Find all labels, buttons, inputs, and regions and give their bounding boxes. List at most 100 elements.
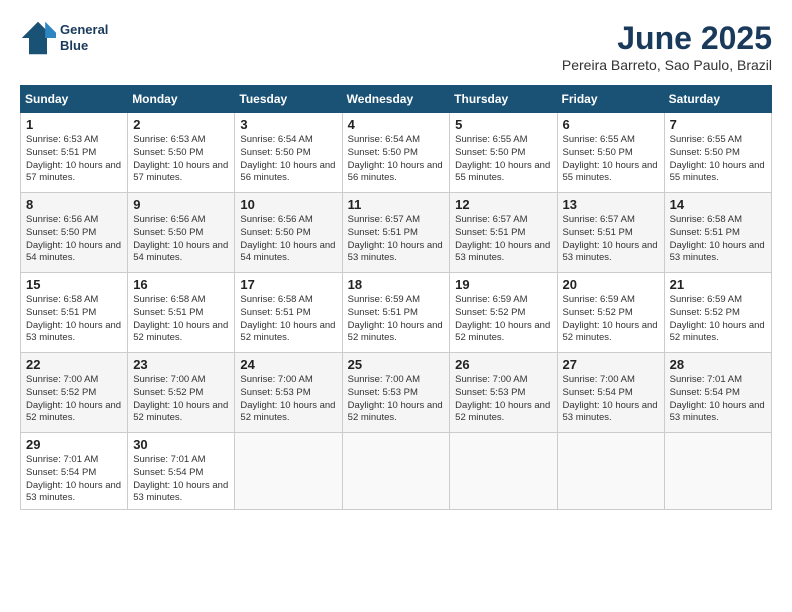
day-info: Sunrise: 6:59 AMSunset: 5:52 PMDaylight:… bbox=[455, 294, 551, 345]
calendar-cell: 23 Sunrise: 7:00 AMSunset: 5:52 PMDayligh… bbox=[128, 353, 235, 433]
calendar-cell: 16Sunrise: 6:58 AMSunset: 5:51 PMDayligh… bbox=[128, 273, 235, 353]
day-number: 25 bbox=[348, 357, 445, 372]
day-number: 12 bbox=[455, 197, 551, 212]
day-info: Sunrise: 6:55 AMSunset: 5:50 PMDaylight:… bbox=[563, 134, 659, 185]
day-info: Sunrise: 6:53 AMSunset: 5:51 PMDaylight:… bbox=[26, 134, 122, 185]
day-info: Sunrise: 7:01 AMSunset: 5:54 PMDaylight:… bbox=[670, 374, 766, 425]
day-number: 28 bbox=[670, 357, 766, 372]
day-number: 23 bbox=[133, 357, 229, 372]
day-info: Sunrise: 6:53 AMSunset: 5:50 PMDaylight:… bbox=[133, 134, 229, 185]
day-info: Sunrise: 6:56 AMSunset: 5:50 PMDaylight:… bbox=[133, 214, 229, 265]
day-info: Sunrise: 6:55 AMSunset: 5:50 PMDaylight:… bbox=[455, 134, 551, 185]
calendar-cell: 15 Sunrise: 6:58 AMSunset: 5:51 PMDayligh… bbox=[21, 273, 128, 353]
calendar-cell: 27 Sunrise: 7:00 AMSunset: 5:54 PMDayligh… bbox=[557, 353, 664, 433]
column-header-wednesday: Wednesday bbox=[342, 86, 450, 113]
day-info: Sunrise: 7:00 AMSunset: 5:52 PMDaylight:… bbox=[26, 374, 122, 425]
calendar-cell: 5 Sunrise: 6:55 AMSunset: 5:50 PMDaylight… bbox=[450, 113, 557, 193]
calendar-cell: 13 Sunrise: 6:57 AMSunset: 5:51 PMDayligh… bbox=[557, 193, 664, 273]
calendar-cell: 24 Sunrise: 7:00 AMSunset: 5:53 PMDayligh… bbox=[235, 353, 342, 433]
calendar-cell bbox=[664, 433, 771, 510]
day-number: 17 bbox=[240, 277, 336, 292]
day-number: 2 bbox=[133, 117, 229, 132]
calendar-cell: 14 Sunrise: 6:58 AMSunset: 5:51 PMDayligh… bbox=[664, 193, 771, 273]
calendar-cell bbox=[342, 433, 450, 510]
day-number: 24 bbox=[240, 357, 336, 372]
day-number: 9 bbox=[133, 197, 229, 212]
calendar-header-row: SundayMondayTuesdayWednesdayThursdayFrid… bbox=[21, 86, 772, 113]
day-number: 14 bbox=[670, 197, 766, 212]
day-info: Sunrise: 7:00 AMSunset: 5:53 PMDaylight:… bbox=[455, 374, 551, 425]
column-header-saturday: Saturday bbox=[664, 86, 771, 113]
calendar-week-row: 29 Sunrise: 7:01 AMSunset: 5:54 PMDayligh… bbox=[21, 433, 772, 510]
day-number: 8 bbox=[26, 197, 122, 212]
day-number: 29 bbox=[26, 437, 122, 452]
day-number: 5 bbox=[455, 117, 551, 132]
calendar-cell: 3 Sunrise: 6:54 AMSunset: 5:50 PMDaylight… bbox=[235, 113, 342, 193]
day-number: 19 bbox=[455, 277, 551, 292]
logo: General Blue bbox=[20, 20, 108, 56]
day-number: 1 bbox=[26, 117, 122, 132]
day-info: Sunrise: 7:00 AMSunset: 5:53 PMDaylight:… bbox=[240, 374, 336, 425]
day-info: Sunrise: 6:57 AMSunset: 5:51 PMDaylight:… bbox=[563, 214, 659, 265]
calendar-cell: 11Sunrise: 6:57 AMSunset: 5:51 PMDayligh… bbox=[342, 193, 450, 273]
calendar-cell: 18 Sunrise: 6:59 AMSunset: 5:51 PMDayligh… bbox=[342, 273, 450, 353]
calendar-cell: 7Sunrise: 6:55 AMSunset: 5:50 PMDaylight… bbox=[664, 113, 771, 193]
day-info: Sunrise: 6:58 AMSunset: 5:51 PMDaylight:… bbox=[26, 294, 122, 345]
day-info: Sunrise: 6:54 AMSunset: 5:50 PMDaylight:… bbox=[348, 134, 445, 185]
day-info: Sunrise: 7:01 AMSunset: 5:54 PMDaylight:… bbox=[133, 454, 229, 505]
day-number: 18 bbox=[348, 277, 445, 292]
day-info: Sunrise: 6:58 AMSunset: 5:51 PMDaylight:… bbox=[670, 214, 766, 265]
calendar-cell: 19 Sunrise: 6:59 AMSunset: 5:52 PMDayligh… bbox=[450, 273, 557, 353]
calendar-cell: 8 Sunrise: 6:56 AMSunset: 5:50 PMDaylight… bbox=[21, 193, 128, 273]
column-header-friday: Friday bbox=[557, 86, 664, 113]
day-number: 20 bbox=[563, 277, 659, 292]
day-number: 15 bbox=[26, 277, 122, 292]
calendar-cell bbox=[450, 433, 557, 510]
day-info: Sunrise: 6:56 AMSunset: 5:50 PMDaylight:… bbox=[240, 214, 336, 265]
column-header-thursday: Thursday bbox=[450, 86, 557, 113]
day-info: Sunrise: 6:56 AMSunset: 5:50 PMDaylight:… bbox=[26, 214, 122, 265]
day-info: Sunrise: 6:58 AMSunset: 5:51 PMDaylight:… bbox=[240, 294, 336, 345]
day-info: Sunrise: 7:00 AMSunset: 5:52 PMDaylight:… bbox=[133, 374, 229, 425]
day-number: 22 bbox=[26, 357, 122, 372]
calendar-cell: 21 Sunrise: 6:59 AMSunset: 5:52 PMDayligh… bbox=[664, 273, 771, 353]
month-title: June 2025 bbox=[562, 20, 772, 57]
day-number: 13 bbox=[563, 197, 659, 212]
day-number: 26 bbox=[455, 357, 551, 372]
calendar-cell: 20 Sunrise: 6:59 AMSunset: 5:52 PMDayligh… bbox=[557, 273, 664, 353]
day-number: 16 bbox=[133, 277, 229, 292]
calendar-week-row: 1 Sunrise: 6:53 AMSunset: 5:51 PMDaylight… bbox=[21, 113, 772, 193]
calendar-cell: 25 Sunrise: 7:00 AMSunset: 5:53 PMDayligh… bbox=[342, 353, 450, 433]
calendar-week-row: 22 Sunrise: 7:00 AMSunset: 5:52 PMDayligh… bbox=[21, 353, 772, 433]
column-header-sunday: Sunday bbox=[21, 86, 128, 113]
day-number: 27 bbox=[563, 357, 659, 372]
day-number: 10 bbox=[240, 197, 336, 212]
day-info: Sunrise: 6:55 AMSunset: 5:50 PMDaylight:… bbox=[670, 134, 766, 185]
day-info: Sunrise: 6:59 AMSunset: 5:52 PMDaylight:… bbox=[563, 294, 659, 345]
day-info: Sunrise: 7:00 AMSunset: 5:54 PMDaylight:… bbox=[563, 374, 659, 425]
day-info: Sunrise: 6:54 AMSunset: 5:50 PMDaylight:… bbox=[240, 134, 336, 185]
calendar-cell: 28 Sunrise: 7:01 AMSunset: 5:54 PMDayligh… bbox=[664, 353, 771, 433]
calendar-cell: 10 Sunrise: 6:56 AMSunset: 5:50 PMDayligh… bbox=[235, 193, 342, 273]
location-title: Pereira Barreto, Sao Paulo, Brazil bbox=[562, 57, 772, 73]
logo-line1: General bbox=[60, 22, 108, 38]
day-info: Sunrise: 6:59 AMSunset: 5:52 PMDaylight:… bbox=[670, 294, 766, 345]
calendar-week-row: 8 Sunrise: 6:56 AMSunset: 5:50 PMDaylight… bbox=[21, 193, 772, 273]
calendar-table: SundayMondayTuesdayWednesdayThursdayFrid… bbox=[20, 85, 772, 510]
day-number: 3 bbox=[240, 117, 336, 132]
calendar-week-row: 15 Sunrise: 6:58 AMSunset: 5:51 PMDayligh… bbox=[21, 273, 772, 353]
column-header-monday: Monday bbox=[128, 86, 235, 113]
page-header: General Blue June 2025 Pereira Barreto, … bbox=[20, 20, 772, 73]
calendar-cell: 17 Sunrise: 6:58 AMSunset: 5:51 PMDayligh… bbox=[235, 273, 342, 353]
day-number: 21 bbox=[670, 277, 766, 292]
logo-icon bbox=[20, 20, 56, 56]
logo-line2: Blue bbox=[60, 38, 108, 54]
day-number: 6 bbox=[563, 117, 659, 132]
calendar-cell: 30Sunrise: 7:01 AMSunset: 5:54 PMDayligh… bbox=[128, 433, 235, 510]
calendar-cell bbox=[235, 433, 342, 510]
calendar-cell: 4Sunrise: 6:54 AMSunset: 5:50 PMDaylight… bbox=[342, 113, 450, 193]
day-info: Sunrise: 7:00 AMSunset: 5:53 PMDaylight:… bbox=[348, 374, 445, 425]
day-info: Sunrise: 7:01 AMSunset: 5:54 PMDaylight:… bbox=[26, 454, 122, 505]
day-info: Sunrise: 6:59 AMSunset: 5:51 PMDaylight:… bbox=[348, 294, 445, 345]
calendar-cell: 12Sunrise: 6:57 AMSunset: 5:51 PMDayligh… bbox=[450, 193, 557, 273]
